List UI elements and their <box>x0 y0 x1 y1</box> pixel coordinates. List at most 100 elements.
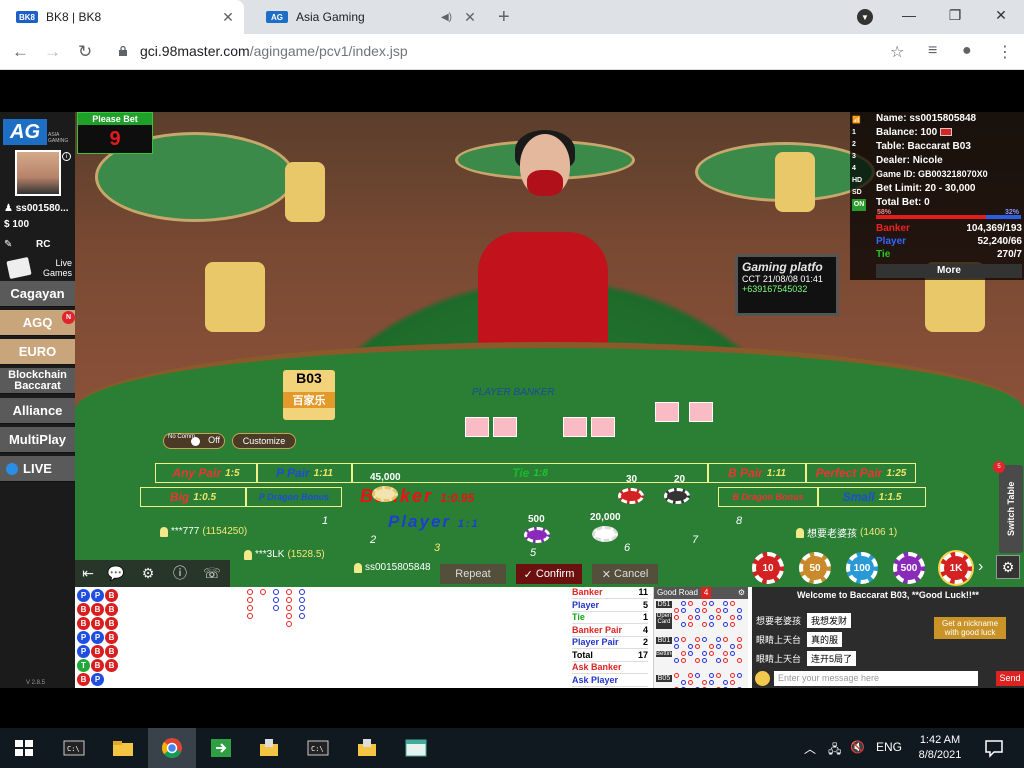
sidebar-rc[interactable]: ✎ RC <box>4 239 74 250</box>
chrome-icon[interactable] <box>160 736 184 760</box>
bet-p-pair[interactable]: P Pair 1:11 <box>257 463 352 483</box>
bet-p-dragon-bonus[interactable]: P Dragon Bonus <box>246 487 342 507</box>
stream-option[interactable]: 1 <box>852 127 872 139</box>
back-icon[interactable]: ← <box>12 42 29 62</box>
good-road-table[interactable]: D51 <box>656 601 672 608</box>
file-explorer-icon[interactable] <box>111 736 135 760</box>
chat-text: 我想发财 <box>807 613 852 628</box>
sidebar-item-agq[interactable]: AGQ N <box>0 310 75 336</box>
switch-table-button[interactable]: Switch Table <box>999 465 1023 553</box>
stream-option[interactable]: 3 <box>852 151 872 163</box>
road-stat-row[interactable]: Ask Banker <box>572 662 648 674</box>
forward-icon[interactable]: → <box>44 42 61 62</box>
no-commission-toggle[interactable]: No Comm Off <box>163 433 225 449</box>
bet-big[interactable]: Big 1:0.5 <box>140 487 246 507</box>
chip-settings-icon[interactable]: ⚙ <box>996 555 1020 579</box>
support-icon[interactable]: ☏ <box>203 564 221 582</box>
stream-option[interactable]: 4 <box>852 163 872 175</box>
sd-toggle[interactable]: SD <box>852 187 872 199</box>
speaker-mute-icon[interactable]: 🔇 <box>850 740 865 754</box>
chip-1k[interactable]: 1K <box>940 552 972 584</box>
profile-icon[interactable]: ● <box>962 42 972 60</box>
tab-asia-gaming[interactable]: AG Asia Gaming ◀) ✕ <box>250 0 486 34</box>
emoji-icon[interactable] <box>755 671 770 686</box>
road-stat-label: Ask Banker <box>572 662 622 672</box>
customize-button[interactable]: Customize <box>232 433 296 449</box>
repeat-button[interactable]: Repeat <box>440 564 506 584</box>
bet-perfect-pair[interactable]: Perfect Pair 1:25 <box>806 463 916 483</box>
info-icon[interactable]: ⓘ <box>171 564 189 582</box>
sidebar-item-live[interactable]: LIVE <box>0 456 75 482</box>
road-stat-row[interactable]: Ask Player <box>572 675 648 687</box>
window-app-icon[interactable] <box>404 736 428 760</box>
folder-tool-icon[interactable] <box>257 736 281 760</box>
good-road-panel[interactable]: Good Road 4 ⚙ D51 Open Card B01 Betting B0… <box>653 587 748 688</box>
tab-bk8[interactable]: BK8 BK8 | BK8 ✕ <box>0 0 244 34</box>
minimize-icon[interactable]: — <box>886 0 932 30</box>
sidebar-item-multiplay[interactable]: MultiPlay <box>0 427 75 453</box>
maximize-icon[interactable]: ❐ <box>932 0 978 30</box>
chip-50[interactable]: 50 <box>799 552 831 584</box>
folder-tool-icon[interactable] <box>355 736 379 760</box>
chip-100[interactable]: 100 <box>846 552 878 584</box>
seat-number: 5 <box>530 547 537 559</box>
menu-kebab-icon[interactable]: ⋮ <box>997 42 1013 62</box>
bead-road-cell: P <box>77 589 90 602</box>
bet-player[interactable]: Player 1:1 <box>388 512 480 532</box>
terminal-icon[interactable]: C:\ <box>62 736 86 760</box>
good-road-table[interactable]: B05 <box>656 675 672 682</box>
stream-options[interactable]: 📶 1 2 3 4 HD SD ON <box>852 115 872 211</box>
gear-icon[interactable]: ⚙ <box>738 587 745 599</box>
more-button[interactable]: More <box>876 264 1022 278</box>
network-icon[interactable]: 🖧 <box>828 740 841 761</box>
table-sign: B03 百家乐 <box>283 370 335 420</box>
hd-toggle[interactable]: HD <box>852 175 872 187</box>
confirm-button[interactable]: ✓ Confirm <box>516 564 582 584</box>
sidebar-item-cagayan[interactable]: Cagayan <box>0 281 75 307</box>
chevron-right-icon[interactable]: › <box>978 558 983 576</box>
chevron-up-icon[interactable]: ︿ <box>804 740 816 757</box>
sound-toggle[interactable]: ON <box>852 199 866 211</box>
bet-small[interactable]: Small 1:1.5 <box>818 487 926 507</box>
new-tab-icon[interactable]: + <box>498 6 510 29</box>
sidebar-item-euro[interactable]: EURO <box>0 339 75 365</box>
bet-b-dragon-bonus[interactable]: B Dragon Bonus <box>718 487 818 507</box>
url-field[interactable]: gci.98master.com/agingame/pcv1/index.jsp <box>140 43 408 59</box>
remote-app-icon[interactable] <box>209 736 233 760</box>
avatar[interactable] <box>15 150 61 196</box>
close-tab-icon[interactable]: ✕ <box>460 9 480 26</box>
rc-label: RC <box>36 239 51 250</box>
info-icon[interactable]: i <box>62 152 71 161</box>
bet-any-pair[interactable]: Any Pair 1:5 <box>155 463 257 483</box>
terminal-icon[interactable]: C:\ <box>306 736 330 760</box>
media-control-icon[interactable]: ≡ <box>928 42 937 60</box>
close-window-icon[interactable]: ✕ <box>978 0 1024 30</box>
reload-icon[interactable]: ↻ <box>78 42 92 62</box>
taskbar-clock[interactable]: 1:42 AM 8/8/2021 <box>908 733 972 763</box>
gear-icon[interactable]: ⚙ <box>139 564 157 582</box>
notification-icon[interactable] <box>982 736 1006 760</box>
windows-start-icon[interactable] <box>12 736 36 760</box>
tab-search-icon[interactable]: ▼ <box>857 9 873 25</box>
sidebar-item-alliance[interactable]: Alliance <box>0 398 75 424</box>
lock-icon[interactable] <box>118 46 128 56</box>
stream-option[interactable]: 2 <box>852 139 872 151</box>
good-road-table[interactable]: B01 <box>656 637 672 644</box>
chat-icon[interactable]: 💬 <box>107 564 125 582</box>
live-games-button[interactable]: Live Games <box>6 256 72 280</box>
nickname-button[interactable]: Get a nickname with good luck <box>934 617 1006 639</box>
good-road-cell <box>737 687 742 688</box>
bookmark-star-icon[interactable]: ☆ <box>890 42 904 62</box>
bet-tie[interactable]: Tie 1:8 <box>352 463 708 483</box>
cancel-button[interactable]: ✕ Cancel <box>592 564 658 584</box>
send-button[interactable]: Send <box>996 671 1024 686</box>
bet-b-pair[interactable]: B Pair 1:11 <box>708 463 806 483</box>
chip-10[interactable]: 10 <box>752 552 784 584</box>
chip-500[interactable]: 500 <box>893 552 925 584</box>
close-tab-icon[interactable]: ✕ <box>218 9 238 26</box>
chat-input[interactable]: Enter your message here <box>774 671 978 686</box>
speaker-icon[interactable]: ◀) <box>441 12 452 23</box>
language-indicator[interactable]: ENG <box>876 740 902 754</box>
sidebar-item-blockchain-baccarat[interactable]: Blockchain Baccarat <box>0 368 75 394</box>
exit-icon[interactable]: ⇤ <box>79 564 97 582</box>
